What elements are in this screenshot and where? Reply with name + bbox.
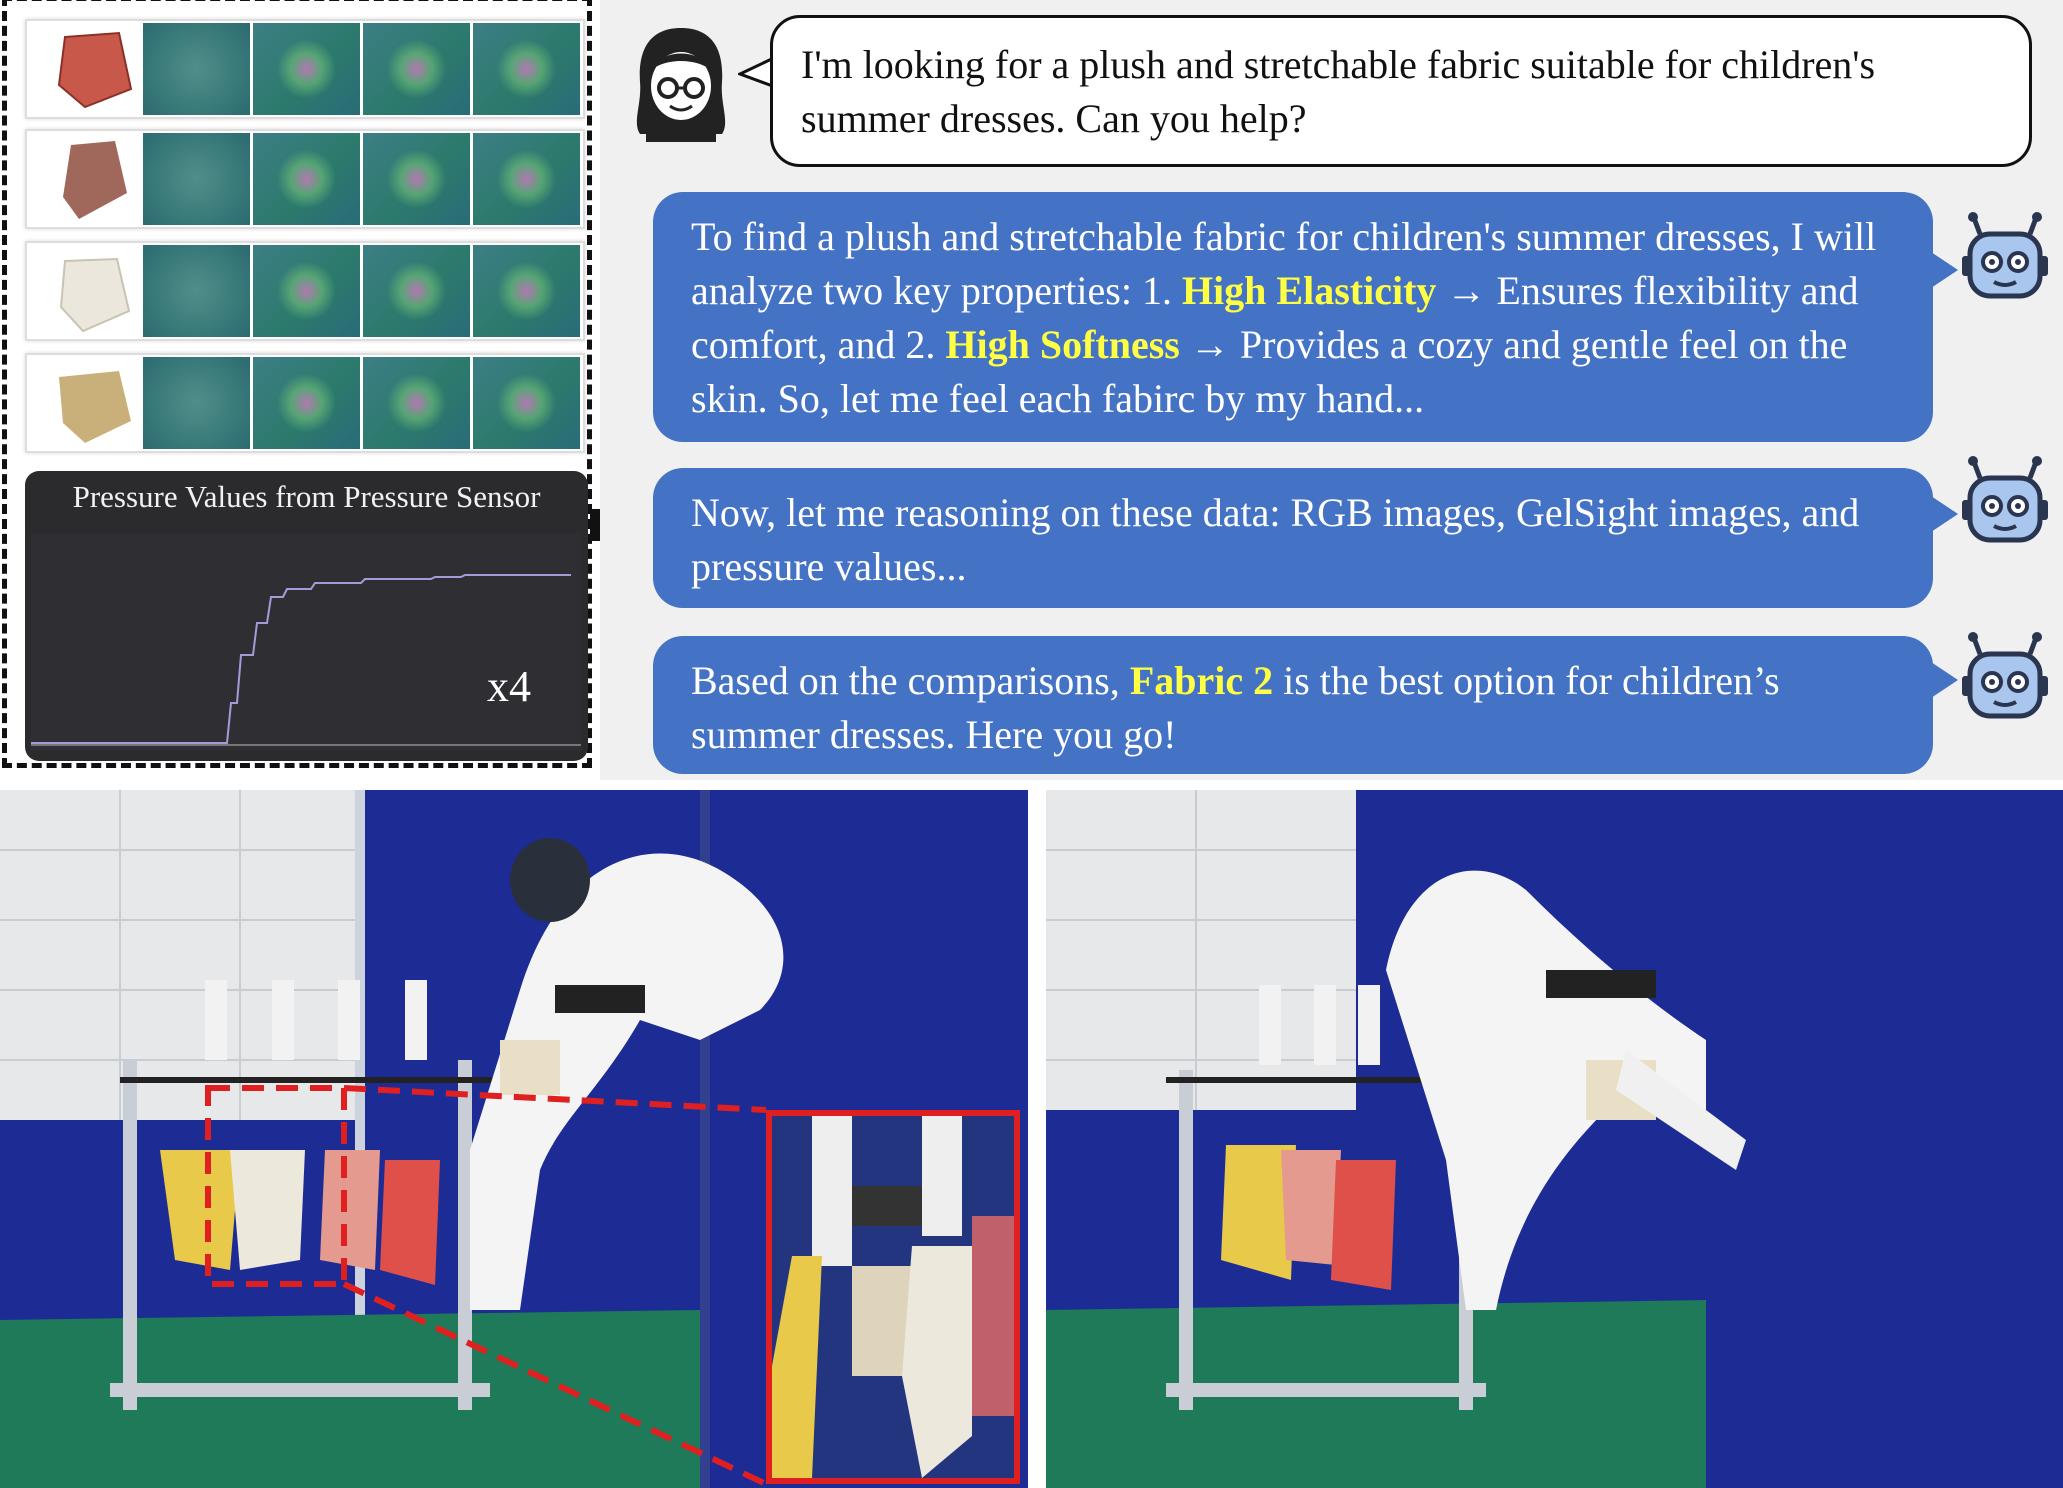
bot-bubble-tail <box>1928 494 1958 534</box>
bot-2-text: Now, let me reasoning on these data: RGB… <box>691 490 1860 589</box>
high-softness-highlight: High Softness <box>945 322 1180 367</box>
fabric-sample-row-1 <box>25 19 585 119</box>
gripper-zoom-inset <box>766 1110 1020 1484</box>
gelsight-image <box>473 133 580 225</box>
gelsight-image <box>253 133 360 225</box>
gelsight-image <box>143 357 250 449</box>
robot-photo-after <box>1046 790 2063 1488</box>
robot-icon <box>1962 456 2048 543</box>
gelsight-image <box>253 357 360 449</box>
bot-message-bubble-2: Now, let me reasoning on these data: RGB… <box>653 468 1933 608</box>
bot-3-text-1: Based on the comparisons, <box>691 658 1130 703</box>
fabric-3-image <box>59 257 131 333</box>
fabric-sample-row-2 <box>25 129 585 229</box>
sensor-data-panel: Pressure Values from Pressure Sensor x4 <box>2 0 592 768</box>
pressure-line <box>31 574 571 744</box>
fabric-2-image <box>63 141 127 219</box>
bot-message-bubble-3: Based on the comparisons, Fabric 2 is th… <box>653 636 1933 774</box>
bot-bubble-tail <box>1928 660 1958 700</box>
fabric-sample-row-3 <box>25 241 585 341</box>
fabric-2-highlight: Fabric 2 <box>1129 658 1274 703</box>
gelsight-image <box>473 357 580 449</box>
fabric-4-image <box>59 371 131 443</box>
gelsight-image <box>363 245 470 337</box>
user-message-bubble: I'm looking for a plush and stretchable … <box>770 15 2032 167</box>
bot-bubble-tail <box>1928 250 1958 290</box>
gelsight-image <box>363 357 470 449</box>
pressure-plot <box>31 533 581 751</box>
pressure-chart-title: Pressure Values from Pressure Sensor <box>72 479 541 514</box>
gelsight-image <box>253 23 360 115</box>
robot-icon <box>1962 212 2048 299</box>
robot-scene-illustration <box>1046 790 2063 1488</box>
bot-message-bubble-1: To find a plush and stretchable fabric f… <box>653 192 1933 442</box>
multiplier-label: x4 <box>487 662 531 711</box>
gelsight-image <box>253 245 360 337</box>
high-elasticity-highlight: High Elasticity <box>1181 268 1437 313</box>
gelsight-image <box>143 133 250 225</box>
gelsight-image <box>363 133 470 225</box>
gelsight-image <box>143 245 250 337</box>
robot-icon <box>1962 632 2048 719</box>
gelsight-image <box>473 245 580 337</box>
pressure-chart-card: Pressure Values from Pressure Sensor x4 <box>25 471 588 761</box>
fabric-sample-row-4 <box>25 353 585 453</box>
gelsight-image <box>473 23 580 115</box>
fabric-1-image <box>57 31 133 109</box>
gelsight-image <box>143 23 250 115</box>
gelsight-image <box>363 23 470 115</box>
user-avatar-icon <box>636 28 726 142</box>
